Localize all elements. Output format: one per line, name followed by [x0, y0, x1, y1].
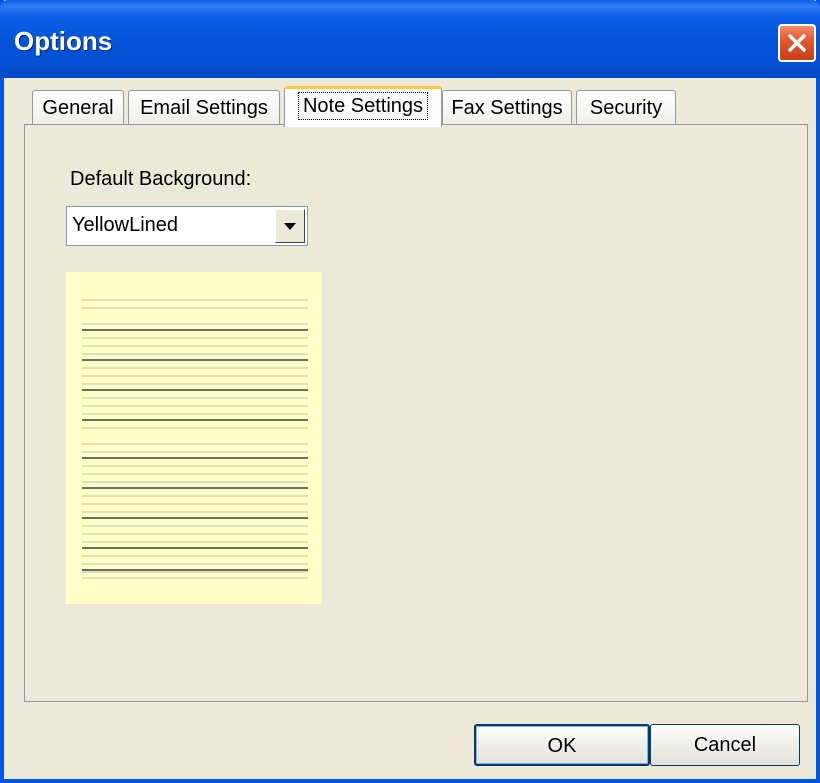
- tab-fax-settings[interactable]: Fax Settings: [442, 90, 572, 126]
- tab-label: Fax Settings: [451, 97, 563, 119]
- tab-general[interactable]: General: [32, 90, 124, 126]
- ok-button[interactable]: OK: [474, 724, 650, 766]
- tab-label: Note Settings: [297, 92, 429, 120]
- tab-email-settings[interactable]: Email Settings: [128, 90, 280, 126]
- cancel-button-label: Cancel: [693, 734, 757, 756]
- default-background-label: Default Background:: [70, 168, 252, 190]
- close-button[interactable]: [778, 24, 816, 62]
- tab-label: Security: [589, 97, 663, 119]
- close-icon: [788, 34, 806, 52]
- dropdown-arrow-icon: [284, 223, 296, 230]
- cancel-button[interactable]: Cancel: [650, 724, 800, 766]
- window-title: Options: [14, 26, 113, 56]
- select-value: YellowLined: [72, 214, 179, 236]
- title-bar[interactable]: Options: [0, 0, 820, 78]
- tab-label: General: [42, 97, 114, 119]
- background-preview: [66, 272, 322, 604]
- default-background-select[interactable]: YellowLined: [66, 206, 308, 246]
- tab-security[interactable]: Security: [576, 90, 676, 126]
- tab-note-settings[interactable]: Note Settings: [284, 86, 442, 127]
- dropdown-button[interactable]: [275, 209, 305, 243]
- lined-paper-preview: [82, 299, 308, 579]
- tab-label: Email Settings: [140, 97, 268, 119]
- ok-button-label: OK: [547, 735, 577, 757]
